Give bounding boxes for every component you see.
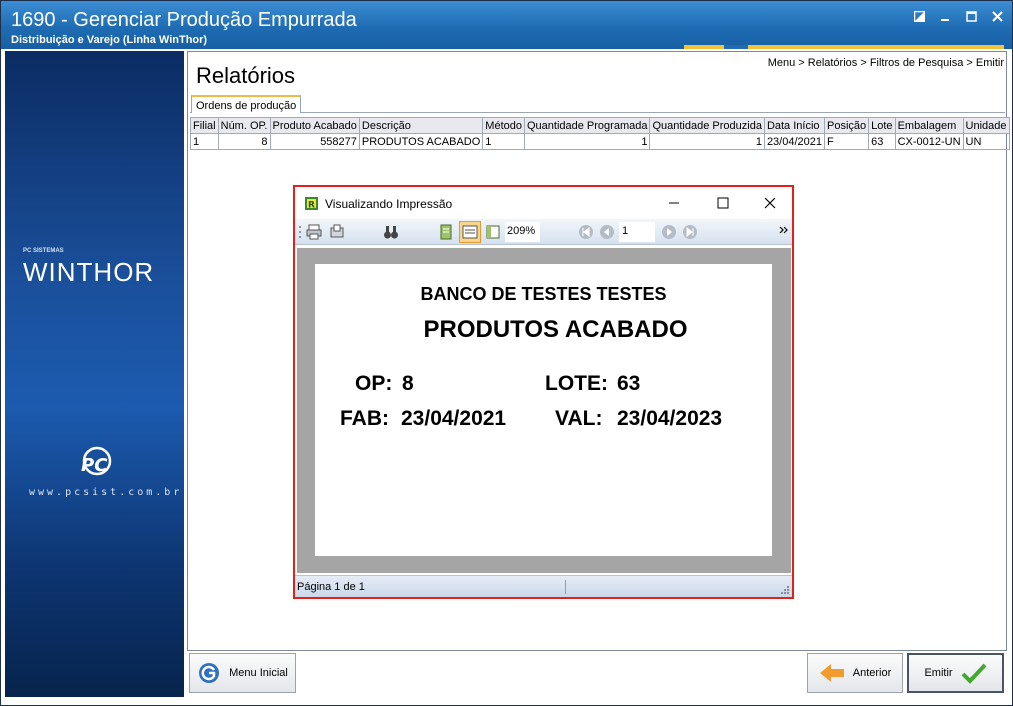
svg-text:R: R xyxy=(308,201,315,211)
home-g-icon xyxy=(199,663,220,683)
tab-strip: Ordens de produção xyxy=(190,95,1005,113)
winthor-logo: WINTHOR xyxy=(23,257,155,287)
dialog-title: Visualizando Impressão xyxy=(325,197,453,211)
cell-unidade: UN xyxy=(962,133,1010,150)
anterior-label: Anterior xyxy=(852,667,892,679)
column-header-produto-acabado[interactable]: Produto Acabado xyxy=(269,117,360,134)
brand-sidebar: PC SISTEMAS WINTHOR PC www.pcsist.com.br xyxy=(5,51,184,697)
toolbar-grip-icon xyxy=(299,226,301,238)
single-page-icon[interactable] xyxy=(438,224,454,240)
cell-num-op: 8 xyxy=(217,133,271,150)
page-width-icon xyxy=(462,225,478,239)
report-lote-value: 63 xyxy=(617,372,641,395)
website-url: www.pcsist.com.br xyxy=(29,487,183,498)
print-icon[interactable] xyxy=(306,224,322,240)
report-app-icon: R xyxy=(305,197,318,210)
column-header-unidade[interactable]: Unidade xyxy=(962,117,1010,134)
preview-toolbar: 209% 1 xyxy=(295,219,792,245)
dialog-minimize-icon[interactable] xyxy=(666,195,682,211)
report-lote-label: LOTE: xyxy=(545,372,608,395)
arrow-left-icon xyxy=(819,664,844,682)
cell-filial: 1 xyxy=(190,133,219,150)
emitir-label: Emitir xyxy=(924,667,953,679)
report-val-label: VAL: xyxy=(555,407,603,430)
cell-lote: 63 xyxy=(868,133,896,150)
menu-inicial-button[interactable]: Menu Inicial xyxy=(189,653,296,693)
cell-metodo: 1 xyxy=(482,133,525,150)
toolbar-overflow-icon[interactable] xyxy=(779,224,789,240)
pc-sistemas-logo-icon: PC xyxy=(81,446,112,476)
column-header-qtd-programada[interactable]: Quantidade Programada xyxy=(523,117,651,134)
emitir-button[interactable]: Emitir xyxy=(907,653,1004,693)
bottom-bar: Menu Inicial Anterior Emitir xyxy=(187,652,1007,697)
title-accent-bar xyxy=(684,45,1004,49)
title-bar: 1690 - Gerenciar Produção Empurrada Dist… xyxy=(1,1,1012,49)
column-header-qtd-produzida[interactable]: Quantidade Produzida xyxy=(649,117,765,134)
multi-page-icon[interactable] xyxy=(485,224,501,240)
window-title: 1690 - Gerenciar Produção Empurrada xyxy=(11,9,357,31)
report-company: BANCO DE TESTES TESTES xyxy=(420,284,667,304)
zoom-level-field[interactable]: 209% xyxy=(505,222,540,242)
minimize-icon[interactable] xyxy=(938,9,952,23)
maximize-icon[interactable] xyxy=(964,9,978,23)
orders-table: Filial Núm. OP. Produto Acabado Descrição Mé… xyxy=(190,117,1010,150)
report-fab-value: 23/04/2021 xyxy=(401,407,507,430)
brand-small-label: PC SISTEMAS xyxy=(23,248,64,254)
cell-embalagem: CX-0012-UN xyxy=(894,133,964,150)
report-op-value: 8 xyxy=(402,372,414,395)
preview-canvas[interactable]: BANCO DE TESTES TESTES PRODUTOS ACABADO … xyxy=(297,248,791,573)
main-window: 1690 - Gerenciar Produção Empurrada Dist… xyxy=(0,0,1013,706)
table-row[interactable]: 1 8 558277 PRODUTOS ACABADO 1 1 1 23/04/2021 F 63… xyxy=(190,133,1010,150)
page-number-input[interactable]: 1 xyxy=(619,222,655,242)
cell-posicao: F xyxy=(823,133,870,150)
cell-qtd-programada: 1 xyxy=(523,133,651,150)
prev-page-icon[interactable] xyxy=(599,224,615,240)
cell-qtd-produzida: 1 xyxy=(649,133,765,150)
page-title: Relatórios xyxy=(196,63,296,88)
close-icon[interactable] xyxy=(990,9,1004,23)
first-page-icon[interactable] xyxy=(578,224,594,240)
binoculars-find-icon[interactable] xyxy=(383,224,399,240)
report-product: PRODUTOS ACABADO xyxy=(423,316,688,343)
resize-grip-icon[interactable] xyxy=(780,585,790,595)
next-page-icon[interactable] xyxy=(661,224,677,240)
anterior-button[interactable]: Anterior xyxy=(807,653,903,693)
column-header-posicao[interactable]: Posição xyxy=(823,117,870,134)
tab-ordens-producao[interactable]: Ordens de produção xyxy=(191,95,302,113)
restore-theme-icon[interactable] xyxy=(912,9,926,23)
report-fab-label: FAB: xyxy=(340,407,389,430)
dialog-maximize-icon[interactable] xyxy=(715,195,731,211)
breadcrumb: Menu > Relatórios > Filtros de Pesquisa … xyxy=(767,57,1004,69)
window-subtitle: Distribuição e Varejo (Linha WinThor) xyxy=(11,34,208,46)
preview-status-bar: Página 1 de 1 xyxy=(295,575,792,597)
cell-data-inicio: 23/04/2021 xyxy=(763,133,826,150)
check-icon xyxy=(961,663,987,684)
column-header-num-op[interactable]: Núm. OP. xyxy=(217,117,271,134)
table-body: 1 8 558277 PRODUTOS ACABADO 1 1 1 23/04/2021 F 63… xyxy=(190,133,1010,150)
last-page-icon[interactable] xyxy=(682,224,698,240)
page-width-button[interactable] xyxy=(459,221,481,243)
column-header-filial[interactable]: Filial xyxy=(190,117,219,134)
column-header-embalagem[interactable]: Embalagem xyxy=(894,117,964,134)
report-val-value: 23/04/2023 xyxy=(617,407,723,430)
page-count-status: Página 1 de 1 xyxy=(297,581,365,593)
cell-produto-acabado: 558277 xyxy=(269,133,360,150)
svg-text:PC: PC xyxy=(81,455,108,476)
report-page: BANCO DE TESTES TESTES PRODUTOS ACABADO … xyxy=(315,264,772,556)
dialog-title-bar: R Visualizando Impressão xyxy=(295,187,792,219)
page-setup-icon[interactable] xyxy=(329,224,345,240)
report-op-label: OP: xyxy=(355,372,393,395)
menu-inicial-label: Menu Inicial xyxy=(229,667,288,679)
column-header-descricao[interactable]: Descrição xyxy=(358,117,484,134)
dialog-close-icon[interactable] xyxy=(762,195,778,211)
print-preview-dialog: R Visualizando Impressão 209% 1 BANCO DE… xyxy=(293,185,794,599)
table-header-row: Filial Núm. OP. Produto Acabado Descrição Mé… xyxy=(190,117,1010,134)
column-header-lote[interactable]: Lote xyxy=(868,117,896,134)
column-header-metodo[interactable]: Método xyxy=(482,117,525,134)
column-header-data-inicio[interactable]: Data Início xyxy=(763,117,826,134)
cell-descricao: PRODUTOS ACABADO xyxy=(358,133,484,150)
